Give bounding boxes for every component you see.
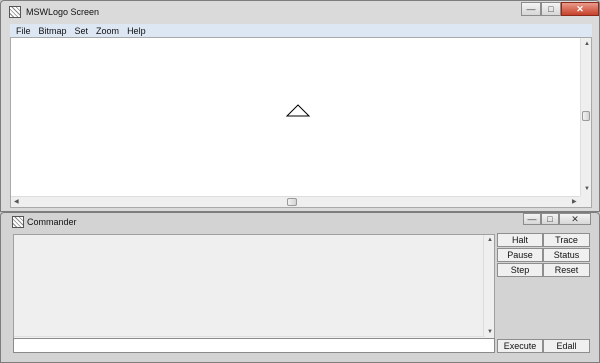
drawing-canvas[interactable]: ▲ ▼ ◀ ▶ (10, 37, 592, 208)
vertical-scroll-thumb[interactable] (582, 111, 590, 121)
trace-button[interactable]: Trace (543, 233, 590, 247)
status-button[interactable]: Status (543, 248, 590, 262)
horizontal-scroll-thumb[interactable] (287, 198, 297, 206)
minimize-icon: — (526, 4, 536, 14)
mswlogo-app-icon (9, 6, 21, 18)
scroll-up-icon[interactable]: ▲ (487, 237, 493, 243)
commander-maximize-button[interactable]: □ (541, 213, 559, 225)
menu-zoom[interactable]: Zoom (96, 26, 119, 36)
commander-close-button[interactable]: ✕ (559, 213, 591, 225)
reset-button[interactable]: Reset (543, 263, 590, 277)
history-vertical-scrollbar[interactable]: ▲ ▼ (483, 235, 494, 338)
scroll-right-icon[interactable]: ▶ (572, 199, 577, 205)
scroll-down-icon[interactable]: ▼ (487, 329, 493, 335)
minimize-button[interactable]: — (521, 2, 541, 16)
command-input[interactable] (13, 338, 495, 353)
close-button[interactable]: ✕ (561, 2, 599, 16)
maximize-icon: □ (547, 214, 553, 224)
pause-button[interactable]: Pause (497, 248, 543, 262)
scroll-down-icon[interactable]: ▼ (584, 186, 590, 192)
step-button[interactable]: Step (497, 263, 543, 277)
scroll-up-icon[interactable]: ▲ (584, 41, 590, 47)
mswlogo-screen-window: MSWLogo Screen — □ ✕ File Bitmap Set Zoo… (0, 0, 600, 212)
commander-minimize-button[interactable]: — (523, 213, 541, 225)
menu-file[interactable]: File (16, 26, 31, 36)
commander-app-icon (12, 216, 24, 228)
canvas-horizontal-scrollbar[interactable]: ◀ ▶ (11, 196, 582, 207)
menu-help[interactable]: Help (127, 26, 146, 36)
minimize-icon: — (527, 214, 537, 224)
maximize-button[interactable]: □ (541, 2, 561, 16)
commander-titlebar[interactable]: Commander — □ ✕ (1, 213, 599, 231)
scroll-left-icon[interactable]: ◀ (14, 199, 19, 205)
canvas-vertical-scrollbar[interactable]: ▲ ▼ (580, 38, 591, 196)
edall-button[interactable]: Edall (543, 339, 590, 353)
close-icon: ✕ (576, 3, 584, 14)
menu-bar: File Bitmap Set Zoom Help (10, 24, 592, 37)
commander-window-title: Commander (27, 217, 77, 227)
halt-button[interactable]: Halt (497, 233, 543, 247)
maximize-icon: □ (548, 4, 554, 14)
commander-window: Commander — □ ✕ ▲ ▼ ◀ ▶ Halt Trace Pause… (0, 212, 600, 363)
screen-titlebar[interactable]: MSWLogo Screen — □ ✕ (1, 1, 599, 23)
menu-bitmap[interactable]: Bitmap (39, 26, 67, 36)
execute-button[interactable]: Execute (497, 339, 543, 353)
turtle-triangle-icon (286, 104, 310, 117)
scroll-corner (580, 196, 591, 207)
command-history-list[interactable]: ▲ ▼ ◀ ▶ (13, 234, 495, 348)
screen-window-title: MSWLogo Screen (26, 7, 100, 17)
close-icon: ✕ (571, 213, 579, 224)
menu-set[interactable]: Set (75, 26, 89, 36)
